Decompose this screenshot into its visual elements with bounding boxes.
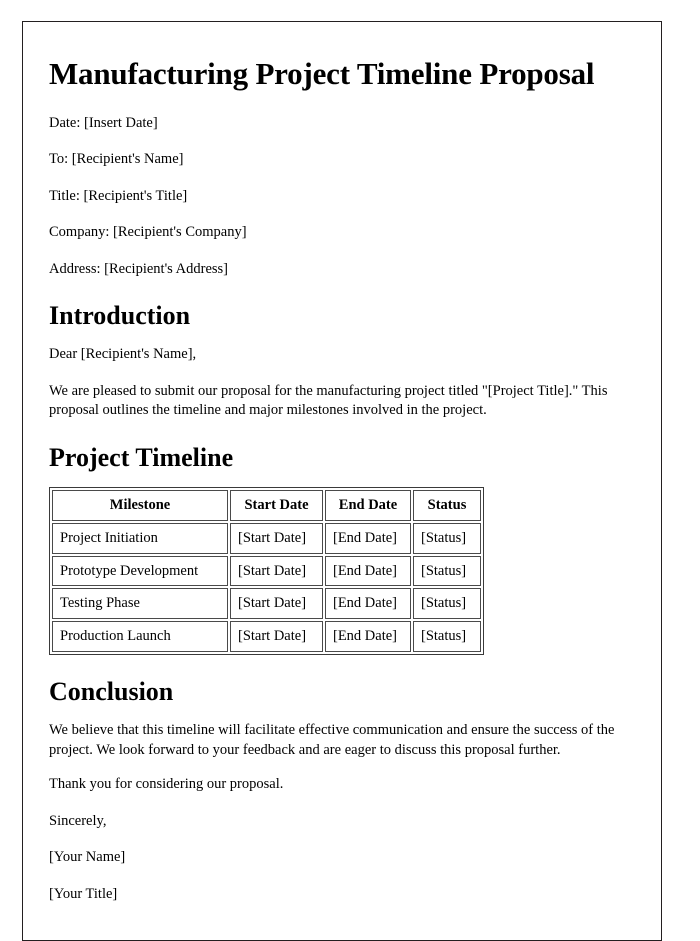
cell-milestone: Production Launch bbox=[52, 621, 228, 653]
cell-status: [Status] bbox=[413, 555, 481, 587]
cell-end-date: [End Date] bbox=[325, 588, 411, 620]
section-heading-conclusion: Conclusion bbox=[49, 677, 174, 707]
table-row: Production Launch [Start Date] [End Date… bbox=[52, 621, 481, 653]
meta-line-to: To: [Recipient's Name] bbox=[49, 151, 184, 168]
table-row: Testing Phase [Start Date] [End Date] [S… bbox=[52, 588, 481, 620]
conclusion-paragraph: We believe that this timeline will facil… bbox=[49, 722, 615, 758]
cell-status: [Status] bbox=[413, 588, 481, 620]
signature-closing: Sincerely, bbox=[49, 812, 107, 829]
meta-line-date: Date: [Insert Date] bbox=[49, 114, 158, 131]
recipient-meta-block: Date: [Insert Date] To: [Recipient's Nam… bbox=[49, 114, 635, 280]
section-heading-introduction: Introduction bbox=[49, 301, 191, 331]
thanks-line: Thank you for considering our proposal. bbox=[49, 776, 284, 793]
column-header-milestone: Milestone bbox=[52, 489, 228, 521]
signature-block: Sincerely, [Your Name] [Your Title] bbox=[49, 812, 635, 905]
cell-end-date: [End Date] bbox=[325, 621, 411, 653]
meta-line-address: Address: [Recipient's Address] bbox=[49, 260, 228, 277]
cell-status: [Status] bbox=[413, 522, 481, 554]
section-heading-project-timeline: Project Timeline bbox=[49, 443, 234, 473]
cell-start-date: [Start Date] bbox=[230, 555, 323, 587]
column-header-start-date: Start Date bbox=[230, 489, 323, 521]
cell-end-date: [End Date] bbox=[325, 555, 411, 587]
cell-milestone: Testing Phase bbox=[52, 588, 228, 620]
page-title: Manufacturing Project Timeline Proposal bbox=[49, 56, 595, 91]
signature-name: [Your Name] bbox=[49, 849, 126, 866]
introduction-paragraph: We are pleased to submit our proposal fo… bbox=[49, 382, 608, 419]
salutation: Dear [Recipient's Name], bbox=[49, 346, 197, 363]
document-body: Manufacturing Project Timeline Proposal … bbox=[23, 22, 661, 904]
cell-status: [Status] bbox=[413, 621, 481, 653]
cell-start-date: [Start Date] bbox=[230, 588, 323, 620]
column-header-status: Status bbox=[413, 489, 481, 521]
cell-milestone: Project Initiation bbox=[52, 522, 228, 554]
table-row: Prototype Development [Start Date] [End … bbox=[52, 555, 481, 587]
table-row: Project Initiation [Start Date] [End Dat… bbox=[52, 522, 481, 554]
cell-milestone: Prototype Development bbox=[52, 555, 228, 587]
signature-title: [Your Title] bbox=[49, 885, 118, 902]
cell-start-date: [Start Date] bbox=[230, 621, 323, 653]
document-page: Manufacturing Project Timeline Proposal … bbox=[22, 21, 662, 941]
meta-line-company: Company: [Recipient's Company] bbox=[49, 224, 247, 241]
column-header-end-date: End Date bbox=[325, 489, 411, 521]
table-header-row: Milestone Start Date End Date Status bbox=[52, 489, 481, 521]
cell-start-date: [Start Date] bbox=[230, 522, 323, 554]
meta-line-title: Title: [Recipient's Title] bbox=[49, 187, 188, 204]
cell-end-date: [End Date] bbox=[325, 522, 411, 554]
project-timeline-table: Milestone Start Date End Date Status Pro… bbox=[49, 486, 484, 656]
